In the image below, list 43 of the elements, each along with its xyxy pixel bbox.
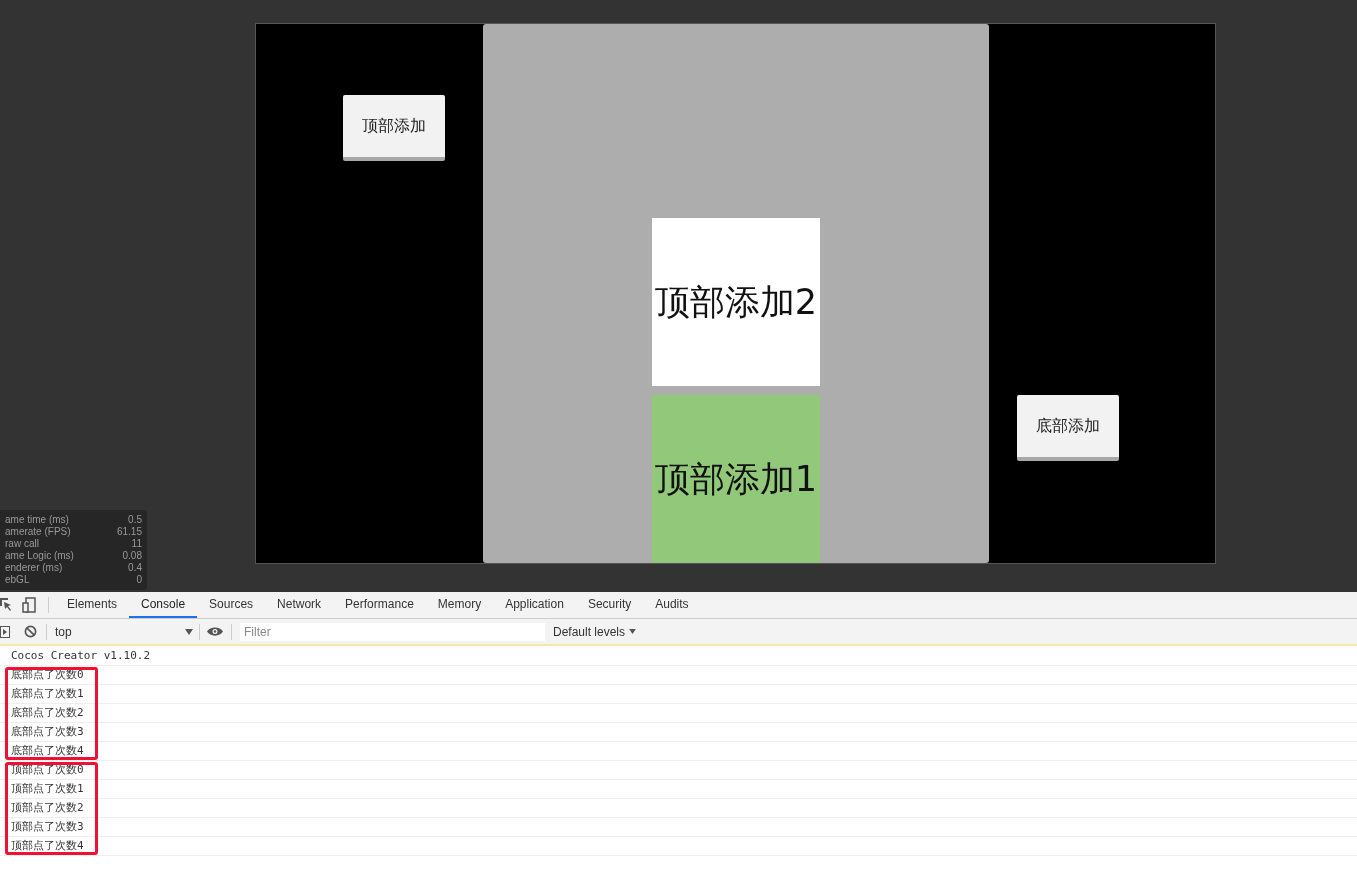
stat-label: ame Logic (ms) [5, 550, 74, 562]
devtools-tab[interactable]: Sources [197, 592, 266, 618]
console-message: 顶部点了次数2 [11, 799, 84, 816]
stat-value: 0.5 [128, 514, 142, 526]
dropdown-caret-icon [185, 628, 193, 635]
sidebar-toggle-icon[interactable] [0, 625, 10, 638]
devtools-tab[interactable]: Memory [425, 592, 494, 618]
devtools-tab[interactable]: Audits [643, 592, 701, 618]
stat-label: ebGL [5, 574, 30, 586]
console-message: Cocos Creator v1.10.2 [11, 647, 151, 664]
inspect-icon[interactable] [0, 598, 12, 612]
devtools-tab[interactable]: Performance [333, 592, 426, 618]
context-select[interactable]: top [55, 622, 193, 641]
stat-label: ame time (ms) [5, 514, 69, 526]
stat-value: 0.4 [128, 562, 142, 574]
stat-label: raw call [5, 538, 39, 550]
device-icon[interactable] [22, 597, 36, 613]
stat-label: enderer (ms) [5, 562, 63, 574]
stat-value: 61.15 [116, 526, 142, 538]
stat-value: 0.08 [122, 550, 142, 562]
console-message: 顶部点了次数4 [11, 837, 84, 854]
label-block: 顶部添加2 [652, 218, 820, 386]
devtools-tab[interactable]: Security [575, 592, 644, 618]
stat-value: 0 [136, 574, 142, 586]
levels-dropdown[interactable]: Default levels [553, 622, 637, 641]
dropdown-caret-icon [629, 629, 637, 634]
filter-field[interactable]: Filter [240, 622, 545, 641]
console-message: 底部点了次数4 [11, 742, 84, 759]
console-message: 顶部点了次数1 [11, 780, 84, 797]
eye-icon[interactable] [207, 626, 223, 637]
label-block: 顶部添加1 [652, 395, 820, 563]
stat-value: 11 [131, 538, 142, 550]
devtools-tab[interactable]: Application [493, 592, 576, 618]
console-message: 底部点了次数2 [11, 704, 84, 721]
console-message: 底部点了次数1 [11, 685, 84, 702]
stat-label: amerate (FPS) [5, 526, 71, 538]
add-bottom-button[interactable]: 底部添加 [1017, 395, 1119, 461]
add-top-button[interactable]: 顶部添加 [343, 95, 445, 161]
devtools-tab[interactable]: Elements [55, 592, 130, 618]
devtools-tab[interactable]: Network [265, 592, 334, 618]
console-message: 底部点了次数3 [11, 723, 84, 740]
console-message: 顶部点了次数3 [11, 818, 84, 835]
clear-icon[interactable] [24, 625, 37, 638]
